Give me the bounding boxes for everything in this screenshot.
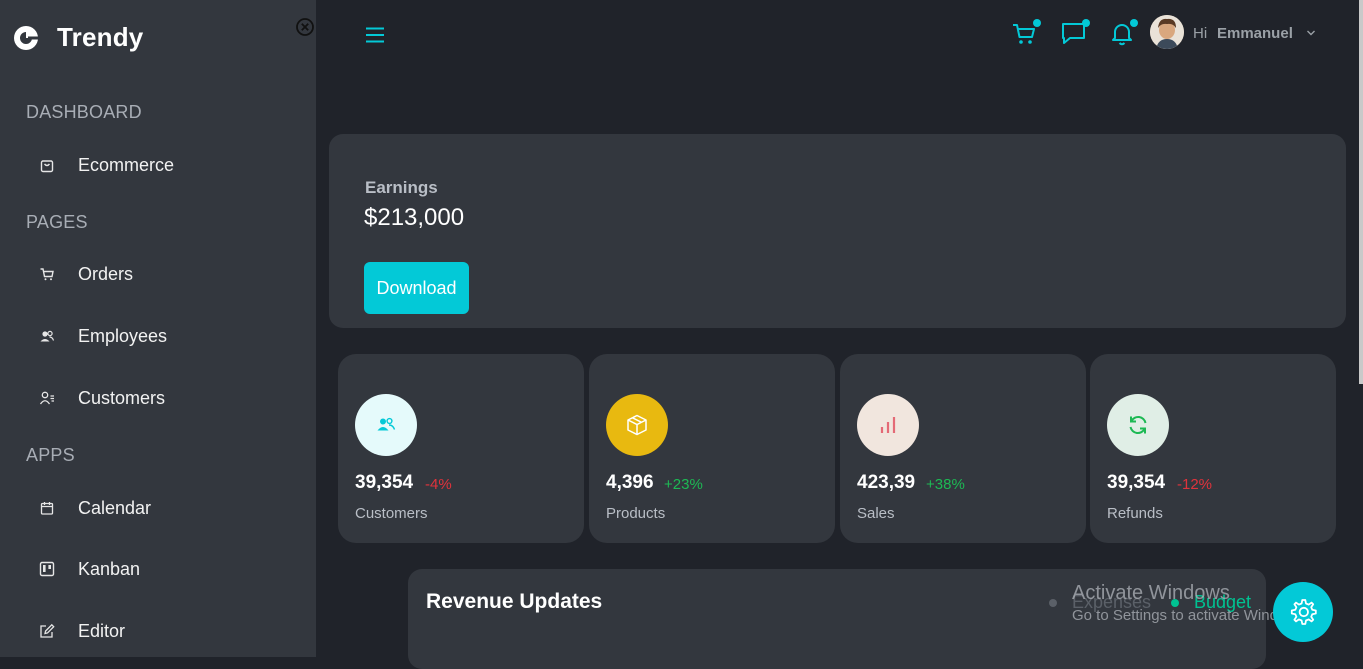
stat-value: 39,354 xyxy=(1107,472,1166,493)
settings-button[interactable] xyxy=(1273,582,1333,642)
download-button[interactable]: Download xyxy=(364,262,469,314)
revenue-title: Revenue Updates xyxy=(426,590,603,613)
stat-change: -4% xyxy=(425,476,452,493)
sidebar-item-label: Employees xyxy=(78,325,168,346)
cart-icon xyxy=(38,265,56,283)
cart-button[interactable] xyxy=(1011,19,1041,48)
sidebar-item-label: Customers xyxy=(78,387,166,408)
brand-name: Trendy xyxy=(57,22,144,52)
sidebar-item-label: Orders xyxy=(78,263,134,284)
sidebar-item-label: Editor xyxy=(78,620,126,641)
edit-icon xyxy=(38,622,56,640)
box-icon-button[interactable] xyxy=(606,394,668,456)
stat-card-refunds: 39,354 -12% Refunds xyxy=(1090,354,1336,543)
notification-dot xyxy=(1082,19,1090,27)
avatar[interactable] xyxy=(1150,15,1184,49)
customers-icon xyxy=(38,389,56,407)
greeting-text: Hi xyxy=(1193,25,1208,42)
menu-toggle-icon[interactable] xyxy=(365,25,385,45)
chat-button[interactable] xyxy=(1060,19,1090,48)
sidebar-item-customers[interactable]: Customers xyxy=(38,386,165,410)
sidebar-item-calendar[interactable]: Calendar xyxy=(38,496,151,520)
stat-card-products: 4,396 +23% Products xyxy=(589,354,835,543)
sidebar-item-editor[interactable]: Editor xyxy=(38,619,125,643)
brand-logo-link[interactable]: Trendy xyxy=(12,22,143,53)
earnings-value: $213,000 xyxy=(364,204,465,231)
user-name[interactable]: Emmanuel xyxy=(1217,25,1293,42)
bar-chart-icon xyxy=(880,417,896,433)
close-sidebar-icon[interactable] xyxy=(296,18,314,36)
brand-logo-icon xyxy=(14,25,40,50)
sidebar-item-employees[interactable]: Employees xyxy=(38,324,167,348)
legend-bullet xyxy=(1049,598,1057,607)
section-title-dashboard: DASHBOARD xyxy=(26,102,142,122)
calendar-icon xyxy=(38,499,56,517)
notifications-button[interactable] xyxy=(1108,19,1138,48)
gear-icon xyxy=(1290,599,1317,625)
stat-value: 423,39 xyxy=(857,472,916,493)
sidebar-item-label: Ecommerce xyxy=(78,154,175,175)
stat-change: +23% xyxy=(664,476,703,493)
notification-dot xyxy=(1130,19,1138,27)
stat-label: Refunds xyxy=(1107,505,1163,522)
sidebar-item-orders[interactable]: Orders xyxy=(38,262,133,286)
sidebar-item-label: Calendar xyxy=(78,497,152,518)
earnings-label: Earnings xyxy=(365,178,438,197)
scrollbar[interactable] xyxy=(1359,0,1363,384)
stat-card-customers: 39,354 -4% Customers xyxy=(338,354,584,543)
box-icon xyxy=(627,414,647,436)
shopping-bag-icon xyxy=(38,156,56,174)
users-icon xyxy=(377,417,396,431)
stat-value: 39,354 xyxy=(355,472,414,493)
stat-label: Sales xyxy=(857,505,895,522)
stat-label: Customers xyxy=(355,505,428,522)
stat-card-sales: 423,39 +38% Sales xyxy=(840,354,1086,543)
sidebar: Trendy DASHBOARD Ecommerce PAGES Orders … xyxy=(0,0,316,657)
sidebar-item-ecommerce[interactable]: Ecommerce xyxy=(38,153,174,177)
stat-value: 4,396 xyxy=(606,472,654,493)
refresh-icon xyxy=(1129,415,1147,435)
refresh-icon-button[interactable] xyxy=(1107,394,1169,456)
stat-change: +38% xyxy=(926,476,965,493)
activate-windows-title: Activate Windows xyxy=(1072,582,1230,604)
section-title-pages: PAGES xyxy=(26,212,88,232)
section-title-apps: APPS xyxy=(26,445,75,465)
users-icon-button[interactable] xyxy=(355,394,417,456)
kanban-icon xyxy=(38,560,56,578)
stat-change: -12% xyxy=(1177,476,1213,493)
stat-label: Products xyxy=(606,505,666,522)
earnings-card: Earnings $213,000 Download xyxy=(329,134,1346,328)
chevron-down-icon[interactable] xyxy=(1306,28,1316,38)
notification-dot xyxy=(1033,19,1041,27)
bar-chart-icon-button[interactable] xyxy=(857,394,919,456)
sidebar-item-label: Kanban xyxy=(78,558,141,579)
sidebar-item-kanban[interactable]: Kanban xyxy=(38,557,140,581)
employees-icon xyxy=(38,327,56,345)
